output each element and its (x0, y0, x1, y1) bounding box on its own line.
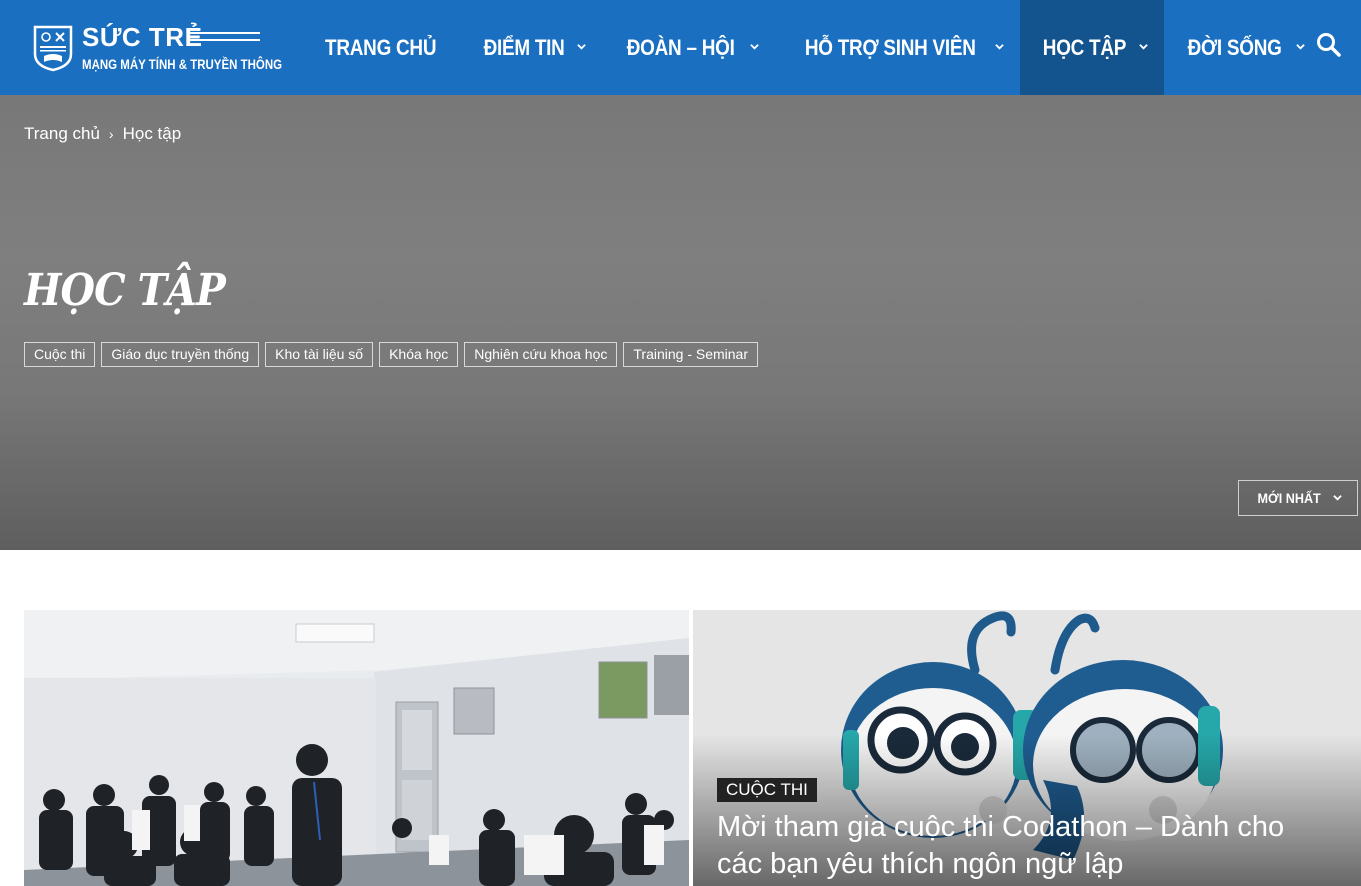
nav-item-hoc-tap[interactable]: HỌC TẬP (1020, 0, 1165, 95)
chevron-down-icon (1295, 44, 1305, 50)
shield-logo-icon (33, 25, 73, 72)
article-title[interactable]: Mời tham gia cuộc thi Codathon – Dành ch… (717, 809, 1317, 883)
nav-item-ho-tro-sinh-vien[interactable]: HỖ TRỢ SINH VIÊN (775, 0, 1021, 95)
logo-subtitle: MẠNG MÁY TÍNH & TRUYỀN THÔNG (82, 56, 283, 72)
chevron-down-icon (1139, 44, 1149, 50)
breadcrumb-separator: › (108, 126, 114, 142)
nav-item-doan-hoi[interactable]: ĐOÀN – HỘI (602, 0, 774, 95)
subcategory-tags: Cuộc thi Giáo dục truyền thống Kho tài l… (24, 342, 764, 367)
search-icon[interactable] (1314, 30, 1344, 60)
tag-kho-tai-lieu-so[interactable]: Kho tài liệu số (265, 342, 374, 367)
article-card[interactable]: CUỘC THI Mời tham gia cuộc thi Codathon … (693, 610, 1361, 886)
tag-training-seminar[interactable]: Training - Seminar (623, 342, 759, 367)
tag-giao-duc-truyen-thong[interactable]: Giáo dục truyền thống (101, 342, 260, 367)
logo-decor-lines (190, 32, 260, 41)
chevron-down-icon (995, 44, 1005, 50)
nav-item-label: ĐIỂM TIN (483, 34, 565, 60)
breadcrumb: Trang chủ › Học tập (24, 124, 181, 144)
chevron-down-icon (750, 44, 759, 50)
chevron-down-icon (577, 44, 587, 50)
nav-item-label: ĐỜI SỐNG (1187, 34, 1282, 60)
chevron-down-icon (1332, 494, 1342, 501)
sort-dropdown[interactable]: MỚI NHẤT (1238, 480, 1358, 516)
card-overlay (24, 610, 689, 886)
site-logo[interactable]: SỨC TRẺ MẠNG MÁY TÍNH & TRUYỀN THÔNG (30, 20, 282, 80)
site-header: SỨC TRẺ MẠNG MÁY TÍNH & TRUYỀN THÔNG TRA… (0, 0, 1361, 95)
tag-cuoc-thi[interactable]: Cuộc thi (24, 342, 96, 367)
article-card[interactable] (24, 610, 689, 886)
sort-label: MỚI NHẤT (1257, 490, 1322, 506)
nav-item-doi-song[interactable]: ĐỜI SỐNG (1164, 0, 1320, 95)
nav-item-label: TRANG CHỦ (325, 34, 437, 60)
breadcrumb-home-link[interactable]: Trang chủ (24, 124, 100, 144)
tag-khoa-hoc[interactable]: Khóa học (379, 342, 459, 367)
tag-nghien-cuu-khoa-hoc[interactable]: Nghiên cứu khoa học (464, 342, 618, 367)
category-hero: Trang chủ › Học tập HỌC TẬP Cuộc thi Giá… (0, 95, 1361, 550)
logo-title: SỨC TRẺ (82, 22, 203, 52)
breadcrumb-current: Học tập (122, 124, 182, 143)
main-nav: TRANG CHỦ ĐIỂM TIN ĐOÀN – HỘI HỖ TRỢ SIN… (300, 0, 1321, 95)
nav-item-diem-tin[interactable]: ĐIỂM TIN (461, 0, 602, 95)
nav-item-label: HỌC TẬP (1043, 34, 1127, 60)
nav-item-trang-chu[interactable]: TRANG CHỦ (300, 0, 461, 95)
page-title: HỌC TẬP (24, 265, 226, 316)
nav-item-label: ĐOÀN – HỘI (627, 34, 736, 60)
nav-item-label: HỖ TRỢ SINH VIÊN (804, 34, 976, 60)
category-badge[interactable]: CUỘC THI (717, 778, 817, 802)
